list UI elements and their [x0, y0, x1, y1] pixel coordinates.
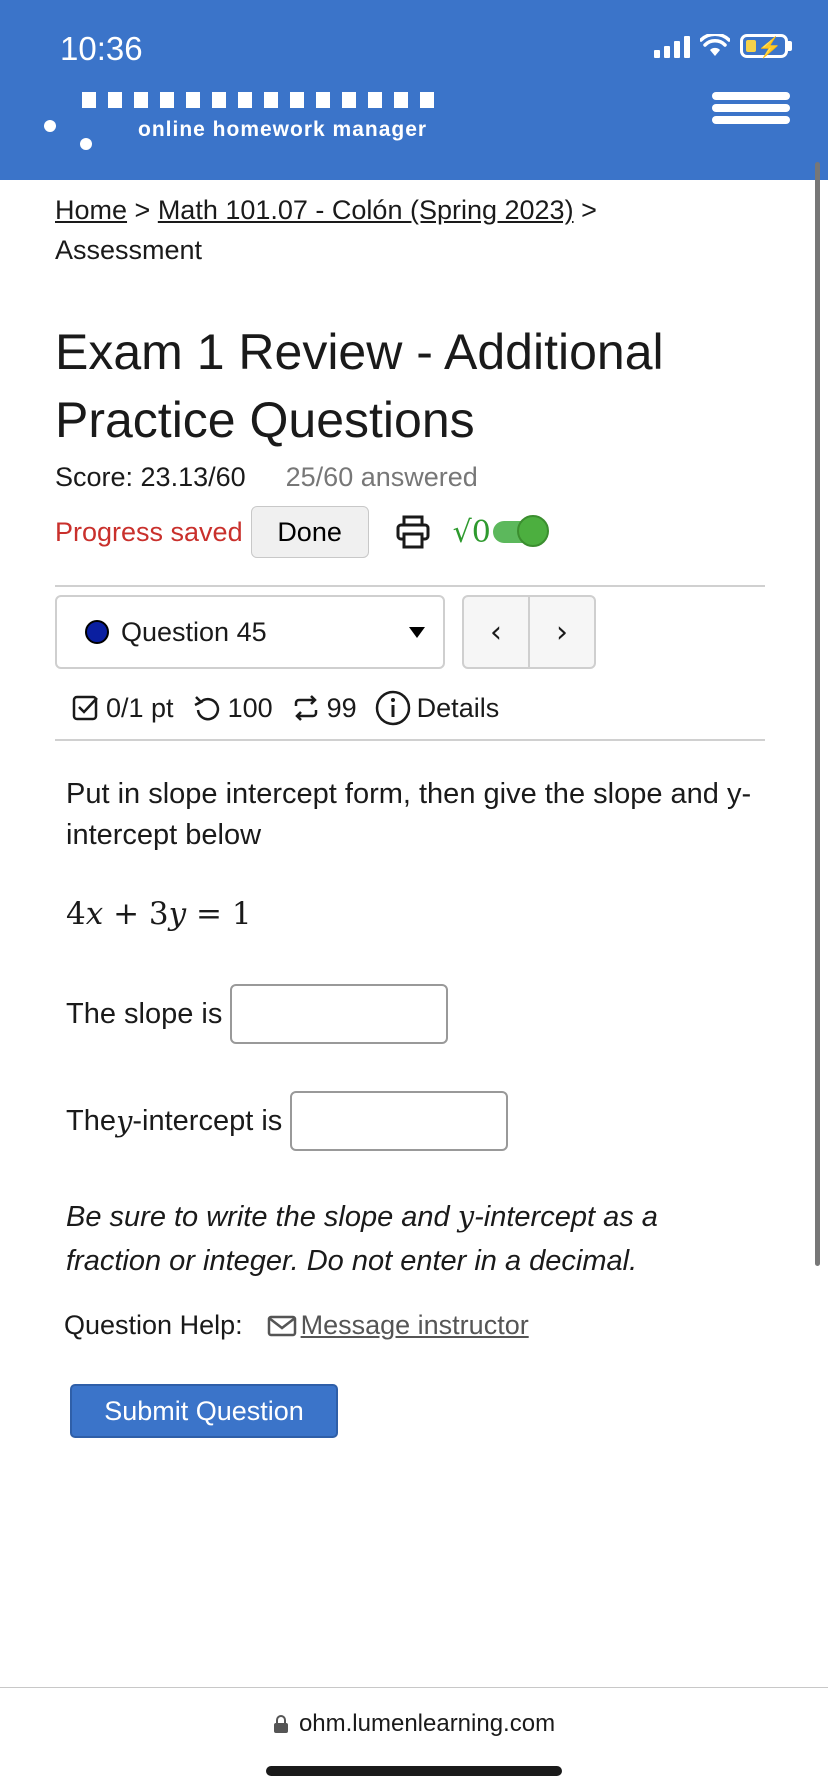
progress-row: Progress saved Done √0 — [55, 506, 549, 558]
equation: 4x + 3y = 1 — [66, 896, 252, 932]
retry-icon — [194, 696, 219, 721]
print-icon[interactable] — [395, 514, 431, 550]
toggle-switch[interactable] — [492, 515, 549, 547]
question-status-dot — [85, 620, 109, 644]
attempts-info: 99 — [291, 693, 357, 724]
slope-row: The slope is — [66, 984, 449, 1044]
answered-count: 25/60 answered — [285, 462, 478, 492]
score-text: Score: 23.13/60 — [55, 462, 246, 492]
lock-icon — [273, 1715, 288, 1733]
page-title: Exam 1 Review - Additional Practice Ques… — [55, 324, 664, 448]
y-intercept-var: y — [115, 1104, 133, 1138]
points-text: 0/1 pt — [106, 692, 174, 723]
browser-url-bar[interactable]: ohm.lumenlearning.com — [0, 1710, 828, 1738]
retries-info: 100 — [192, 693, 273, 724]
submit-question-button[interactable]: Submit Question — [70, 1384, 338, 1438]
y-intercept-row: The y -intercept is — [66, 1091, 509, 1151]
breadcrumb-separator: > — [573, 195, 597, 225]
question-meta: 0/1 pt 100 99 Details — [72, 690, 517, 726]
eq-var-y: y — [168, 896, 187, 932]
question-help-label: Question Help: — [64, 1310, 243, 1340]
y-intercept-label-pre: The — [66, 1104, 116, 1137]
progress-status: Progress saved — [55, 516, 243, 547]
url-text: ohm.lumenlearning.com — [298, 1710, 556, 1737]
breadcrumb: Home > Math 101.07 - Colón (Spring 2023)… — [55, 190, 765, 270]
divider — [0, 1687, 828, 1688]
sqrt-icon: √0 — [452, 514, 491, 550]
eq-coef-b: 3 — [148, 896, 169, 932]
divider — [55, 585, 765, 587]
y-intercept-label-post: -intercept is — [132, 1104, 283, 1137]
eq-var-x: x — [85, 896, 104, 932]
note-text: Be sure to write the slope and — [66, 1201, 458, 1233]
envelope-icon — [267, 1315, 296, 1336]
attempts-text: 99 — [326, 692, 357, 723]
slope-input[interactable] — [230, 984, 449, 1044]
eq-coef-a: 4 — [66, 896, 86, 932]
question-selector-label: Question 45 — [121, 616, 267, 647]
note-var: y — [457, 1199, 475, 1233]
app-header: 10:36 ⚡ online homework manager — [0, 0, 828, 180]
score-row: Score: 23.13/60 25/60 answered — [55, 462, 478, 493]
checkbox-icon — [72, 695, 98, 721]
done-button[interactable]: Done — [250, 506, 369, 558]
message-instructor-link[interactable]: Message instructor — [267, 1310, 529, 1341]
breadcrumb-current: Assessment — [55, 235, 203, 265]
points-info: 0/1 pt — [72, 693, 174, 724]
info-icon — [375, 690, 410, 726]
repeat-icon — [294, 695, 317, 721]
question-help: Question Help: Message instructor — [64, 1310, 529, 1341]
logo-dot — [80, 138, 92, 150]
eq-const: 1 — [231, 896, 252, 932]
y-intercept-input[interactable] — [290, 1091, 509, 1151]
next-question-button[interactable]: › — [528, 597, 594, 667]
breadcrumb-course-link[interactable]: Math 101.07 - Colón (Spring 2023) — [158, 195, 574, 225]
breadcrumb-separator: > — [127, 195, 158, 225]
question-nav: ‹ › — [462, 595, 596, 669]
breadcrumb-home-link[interactable]: Home — [55, 195, 127, 225]
eq-plus: + — [103, 896, 149, 932]
question-selector[interactable]: Question 45 — [55, 595, 445, 669]
math-display-toggle[interactable]: √0 — [452, 514, 549, 550]
home-indicator[interactable] — [266, 1766, 562, 1776]
eq-equals: = — [186, 896, 232, 932]
caret-down-icon — [409, 627, 425, 638]
details-text: Details — [416, 692, 500, 723]
wifi-icon — [700, 34, 730, 56]
slope-label: The slope is — [66, 997, 223, 1030]
question-prompt: Put in slope intercept form, then give t… — [66, 778, 752, 851]
brand-tagline: online homework manager — [138, 118, 428, 141]
status-time: 10:36 — [60, 30, 143, 67]
page-scrollbar[interactable] — [815, 162, 820, 1266]
brand-logo — [82, 92, 434, 112]
divider — [55, 739, 765, 741]
menu-icon[interactable] — [712, 92, 790, 124]
cellular-signal-icon — [654, 34, 690, 58]
battery-icon: ⚡ — [740, 34, 792, 59]
retries-text: 100 — [227, 692, 273, 723]
details-link[interactable]: Details — [375, 690, 500, 726]
status-icons: ⚡ — [654, 34, 792, 59]
logo-dot — [44, 120, 56, 132]
answer-note: Be sure to write the slope and y-interce… — [66, 1194, 756, 1283]
prev-question-button[interactable]: ‹ — [464, 597, 528, 667]
message-instructor-text[interactable]: Message instructor — [301, 1310, 529, 1341]
